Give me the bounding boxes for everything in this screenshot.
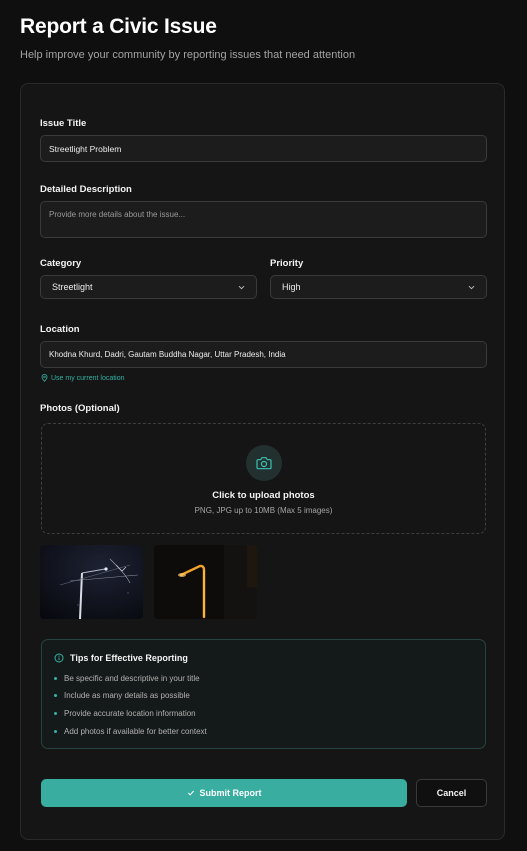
use-current-location-label: Use my current location [51,374,125,382]
report-form: Issue Title Streetlight Problem Detailed… [20,83,505,840]
location-value: Khodna Khurd, Dadri, Gautam Buddha Nagar… [49,350,286,359]
tip-text: Include as many details as possible [64,691,190,700]
bullet-dot [54,730,57,733]
tip-item: Include as many details as possible [54,691,190,700]
use-current-location-link[interactable]: Use my current location [41,374,125,382]
camera-icon [256,457,272,470]
page-subtitle: Help improve your community by reporting… [20,49,356,61]
page-title: Report a Civic Issue [20,15,217,38]
tip-item: Add photos if available for better conte… [54,727,207,736]
issue-title-input[interactable]: Streetlight Problem [40,135,487,162]
photos-label: Photos (Optional) [40,403,120,414]
tip-text: Be specific and descriptive in your titl… [64,674,200,683]
camera-icon-badge [246,445,282,481]
tip-item: Be specific and descriptive in your titl… [54,674,200,683]
cancel-button[interactable]: Cancel [416,779,487,807]
check-icon [187,790,194,796]
upload-title: Click to upload photos [212,490,315,501]
tips-title: Tips for Effective Reporting [70,653,188,663]
chevron-down-icon [468,285,475,289]
category-value: Streetlight [52,282,93,292]
issue-title-label: Issue Title [40,118,87,129]
map-pin-icon [41,374,48,382]
tip-item: Provide accurate location information [54,709,196,718]
issue-title-value: Streetlight Problem [49,143,122,154]
bullet-dot [54,677,57,680]
bullet-dot [54,712,57,715]
info-icon [54,653,64,663]
priority-select[interactable]: High [270,275,487,299]
bullet-dot [54,694,57,697]
cancel-label: Cancel [436,788,467,798]
tip-text: Provide accurate location information [64,709,196,718]
tip-text: Add photos if available for better conte… [64,727,207,736]
tips-panel: Tips for Effective Reporting Be specific… [41,639,486,749]
photo-thumbnail-2[interactable] [154,545,257,619]
location-label: Location [40,324,80,335]
submit-report-label: Submit Report [199,788,262,798]
category-select[interactable]: Streetlight [40,275,257,299]
upload-hint: PNG, JPG up to 10MB (Max 5 images) [194,506,333,515]
description-placeholder: Provide more details about the issue... [49,210,186,219]
lit-streetlamp-photo [154,545,257,619]
night-streetlight-photo [40,545,143,619]
tips-header: Tips for Effective Reporting [54,653,188,663]
chevron-down-icon [238,285,245,289]
photo-upload-dropzone[interactable]: Click to upload photos PNG, JPG up to 10… [41,423,486,534]
page: Report a Civic Issue Help improve your c… [0,0,527,851]
submit-report-button[interactable]: Submit Report [41,779,407,807]
description-label: Detailed Description [40,184,132,195]
description-textarea[interactable]: Provide more details about the issue... [40,201,487,238]
photo-thumbnail-1[interactable] [40,545,143,619]
category-label: Category [40,258,82,269]
priority-value: High [282,282,301,292]
location-input[interactable]: Khodna Khurd, Dadri, Gautam Buddha Nagar… [40,341,487,368]
priority-label: Priority [270,258,304,269]
